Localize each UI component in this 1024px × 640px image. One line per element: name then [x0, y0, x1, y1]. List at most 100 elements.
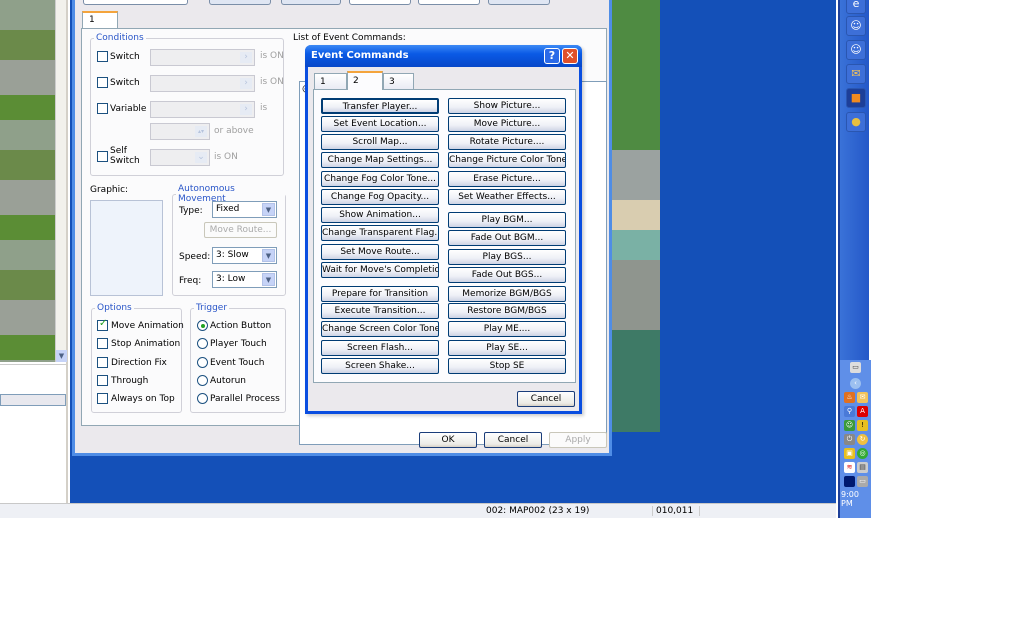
type-select[interactable]: Fixed ▼ — [212, 201, 277, 218]
command-button[interactable]: Execute Transition... — [321, 303, 439, 319]
tab-1[interactable]: 1 — [314, 73, 347, 90]
command-button[interactable]: Move Picture... — [448, 116, 566, 132]
command-button[interactable]: Play ME.... — [448, 321, 566, 337]
warning-icon[interactable]: ! — [857, 420, 868, 431]
command-button[interactable]: Stop SE — [448, 358, 566, 374]
self-switch-checkbox[interactable] — [97, 151, 108, 162]
java-icon[interactable]: ♨ — [844, 392, 855, 403]
messenger-icon[interactable]: ☺ — [846, 16, 866, 36]
ati-icon[interactable]: A — [857, 406, 868, 417]
switch2-select[interactable]: › — [150, 75, 255, 92]
ie-icon[interactable]: e — [846, 0, 866, 14]
option-checkbox[interactable] — [97, 393, 108, 405]
chevron-left-icon[interactable]: ‹ — [850, 378, 861, 389]
top-button[interactable] — [488, 0, 550, 5]
command-button[interactable]: Fade Out BGS... — [448, 267, 566, 283]
cancel-button[interactable]: Cancel — [484, 432, 542, 448]
clock[interactable]: 9:00 PM — [841, 490, 871, 508]
map-list[interactable] — [0, 364, 66, 503]
top-button[interactable] — [281, 0, 341, 5]
command-button[interactable]: Prepare for Transition — [321, 286, 439, 302]
move-route-button[interactable]: Move Route... — [204, 222, 277, 238]
command-button[interactable]: Rotate Picture.... — [448, 134, 566, 150]
variable-value-spinner[interactable]: ▴▾ — [150, 123, 210, 140]
map-list-selected-row[interactable] — [0, 394, 66, 406]
command-button[interactable]: Change Fog Opacity... — [321, 189, 439, 205]
command-button[interactable]: Change Fog Color Tone... — [321, 171, 439, 187]
switch1-checkbox[interactable] — [97, 51, 108, 62]
app-icon[interactable]: ● — [846, 112, 866, 132]
apply-button[interactable]: Apply — [549, 432, 607, 448]
option-checkbox[interactable] — [97, 338, 108, 350]
network-icon[interactable] — [844, 476, 855, 487]
top-field[interactable] — [349, 0, 411, 5]
power-icon[interactable]: ⏻ — [844, 434, 855, 445]
switch2-checkbox[interactable] — [97, 77, 108, 88]
command-button[interactable]: Show Picture... — [448, 98, 566, 114]
event-name-field[interactable] — [83, 0, 188, 5]
option-checkbox[interactable] — [97, 356, 108, 368]
printer-icon[interactable]: ▤ — [857, 462, 868, 473]
option-checkbox[interactable] — [97, 318, 108, 331]
command-button[interactable]: Set Move Route... — [321, 244, 439, 260]
command-button[interactable]: Change Screen Color Tone... — [321, 321, 439, 337]
dialog-cancel-button[interactable]: Cancel — [517, 391, 575, 407]
trigger-radio[interactable] — [197, 374, 208, 386]
rpgmaker-icon[interactable]: ■ — [846, 88, 866, 108]
command-button[interactable]: Play BGM... — [448, 212, 566, 228]
command-button[interactable]: Change Map Settings... — [321, 152, 439, 168]
command-button[interactable]: Memorize BGM/BGS — [448, 286, 566, 302]
command-button[interactable]: Play SE... — [448, 340, 566, 356]
tileset-scrollbar[interactable]: ▼ — [55, 0, 67, 362]
chrome-icon[interactable]: ◎ — [857, 448, 868, 459]
freq-select[interactable]: 3: Low ▼ — [212, 271, 277, 288]
variable-select[interactable]: › — [150, 101, 255, 118]
command-button[interactable]: Screen Flash... — [321, 340, 439, 356]
help-button[interactable]: ? — [544, 48, 560, 64]
outlook-tray-icon[interactable]: ✉ — [857, 392, 868, 403]
trigger-radio[interactable] — [197, 356, 208, 368]
command-button[interactable]: Wait for Move's Completion — [321, 262, 439, 278]
search-icon[interactable]: ⚲ — [844, 406, 855, 417]
outlook-icon[interactable]: ✉ — [846, 64, 866, 84]
keyboard-icon[interactable]: ▭ — [850, 362, 861, 373]
monitor-icon[interactable]: ▭ — [857, 476, 868, 487]
command-button[interactable]: Transfer Player... — [321, 98, 439, 114]
chevron-right-icon: › — [240, 52, 252, 63]
tab-3[interactable]: 3 — [383, 73, 414, 90]
command-button[interactable]: Change Transparent Flag... — [321, 225, 439, 241]
command-button[interactable]: Set Event Location... — [321, 116, 439, 132]
command-button[interactable]: Scroll Map... — [321, 134, 439, 150]
spinner-icon: ▴▾ — [195, 126, 207, 137]
trigger-radio[interactable] — [197, 320, 208, 331]
command-button[interactable]: Restore BGM/BGS — [448, 303, 566, 319]
command-button[interactable]: Change Picture Color Tone... — [448, 152, 566, 168]
messenger-tray-icon[interactable]: ☺ — [844, 420, 855, 431]
close-button[interactable]: ✕ — [562, 48, 578, 64]
speed-select[interactable]: 3: Slow ▼ — [212, 247, 277, 264]
variable-checkbox[interactable] — [97, 103, 108, 114]
switch1-select[interactable]: › — [150, 49, 255, 66]
command-button[interactable]: Screen Shake... — [321, 358, 439, 374]
ok-button[interactable]: OK — [419, 432, 477, 448]
self-switch-select[interactable]: ⌄ — [150, 149, 210, 166]
dialog-titlebar[interactable]: Event Commands ? ✕ — [305, 45, 582, 67]
top-button[interactable] — [209, 0, 271, 5]
map-tiles[interactable] — [612, 0, 660, 432]
display-icon[interactable]: ▣ — [844, 448, 855, 459]
tab-2[interactable]: 2 — [347, 71, 383, 90]
update-icon[interactable]: ↻ — [857, 434, 868, 445]
command-button[interactable]: Fade Out BGM... — [448, 230, 566, 246]
command-button[interactable]: Set Weather Effects... — [448, 189, 566, 205]
messenger-alt-icon[interactable]: ☺ — [846, 40, 866, 60]
option-checkbox[interactable] — [97, 374, 108, 386]
tileset-preview[interactable] — [0, 0, 55, 362]
page-tab-1[interactable]: 1 — [82, 11, 118, 28]
command-button[interactable]: Play BGS... — [448, 249, 566, 265]
scroll-down-icon[interactable]: ▼ — [56, 350, 67, 362]
graphic-preview[interactable] — [90, 200, 163, 296]
command-button[interactable]: Show Animation... — [321, 207, 439, 223]
wireless-icon[interactable]: ≋ — [844, 462, 855, 473]
top-field[interactable] — [418, 0, 480, 5]
command-button[interactable]: Erase Picture... — [448, 171, 566, 187]
